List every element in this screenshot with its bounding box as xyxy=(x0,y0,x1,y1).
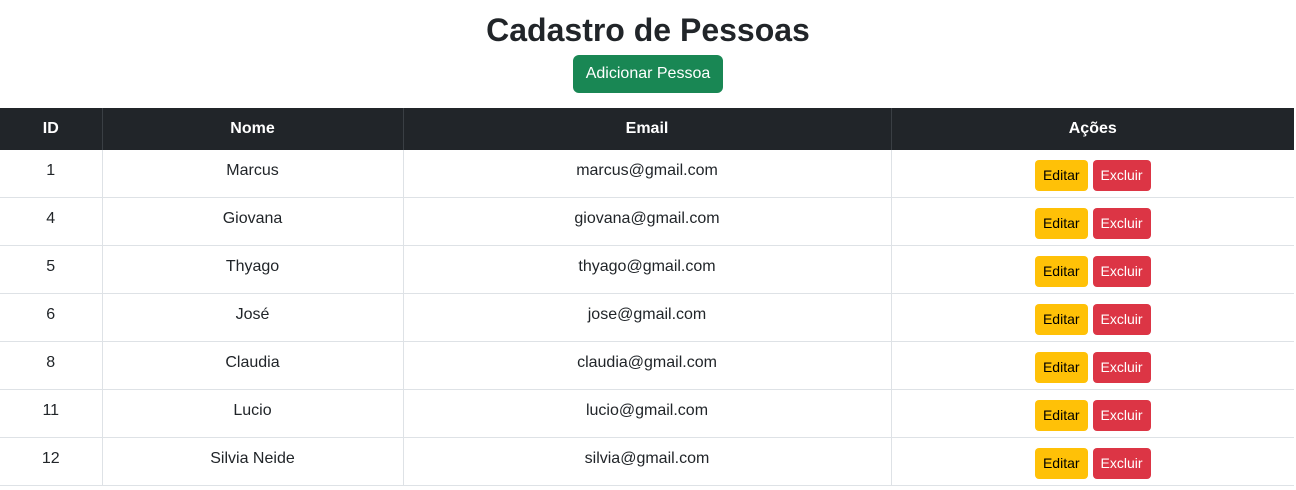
person-name: José xyxy=(235,305,270,323)
cell-name: Thyago xyxy=(102,245,404,294)
table-header: ID Nome Email Ações xyxy=(0,108,1294,150)
person-id: 1 xyxy=(46,161,56,179)
cell-actions: Editar Excluir xyxy=(891,293,1294,342)
table-body: 1 Marcus marcus@gmail.com Editar Excluir 4 Gio… xyxy=(0,150,1294,486)
person-id: 6 xyxy=(46,305,56,323)
person-id: 11 xyxy=(42,401,60,419)
delete-button[interactable]: Excluir xyxy=(1092,304,1151,335)
table-row: 4 Giovana giovana@gmail.com Editar Excluir xyxy=(0,197,1294,246)
column-header-actions: Ações xyxy=(891,108,1294,150)
person-email: jose@gmail.com xyxy=(587,305,707,323)
person-id: 5 xyxy=(46,257,56,275)
person-name: Giovana xyxy=(222,209,283,227)
column-header-id: ID xyxy=(0,108,103,150)
cell-email: marcus@gmail.com xyxy=(403,150,892,198)
edit-button[interactable]: Editar xyxy=(1034,400,1088,431)
cell-name: Claudia xyxy=(102,341,404,390)
table-header-row: ID Nome Email Ações xyxy=(0,108,1294,150)
add-person-button[interactable]: Adicionar Pessoa xyxy=(572,55,724,93)
cell-id: 4 xyxy=(0,197,103,246)
person-name: Lucio xyxy=(233,401,272,419)
person-email: thyago@gmail.com xyxy=(578,257,716,275)
delete-button[interactable]: Excluir xyxy=(1092,160,1151,191)
delete-button[interactable]: Excluir xyxy=(1092,400,1151,431)
table-row: 6 José jose@gmail.com Editar Excluir xyxy=(0,293,1294,342)
person-name: Marcus xyxy=(226,161,279,179)
row-actions: Editar Excluir xyxy=(1034,400,1151,431)
table-row: 8 Claudia claudia@gmail.com Editar Excluir xyxy=(0,341,1294,390)
cell-name: Silvia Neide xyxy=(102,437,404,486)
row-actions: Editar Excluir xyxy=(1034,208,1151,239)
cell-email: thyago@gmail.com xyxy=(403,245,892,294)
row-actions: Editar Excluir xyxy=(1034,448,1151,479)
row-actions: Editar Excluir xyxy=(1034,304,1151,335)
cell-id: 1 xyxy=(0,150,103,198)
table-row: 11 Lucio lucio@gmail.com Editar Excluir xyxy=(0,389,1294,438)
table-row: 12 Silvia Neide silvia@gmail.com Editar Excl… xyxy=(0,437,1294,486)
cell-email: giovana@gmail.com xyxy=(403,197,892,246)
person-email: silvia@gmail.com xyxy=(584,449,710,467)
cell-name: José xyxy=(102,293,404,342)
page: Cadastro de Pessoas Adicionar Pessoa ID … xyxy=(0,0,1296,490)
cell-name: Marcus xyxy=(102,150,404,198)
edit-button[interactable]: Editar xyxy=(1034,160,1088,191)
edit-button[interactable]: Editar xyxy=(1034,352,1088,383)
person-name: Thyago xyxy=(225,257,280,275)
person-email: giovana@gmail.com xyxy=(574,209,720,227)
delete-button[interactable]: Excluir xyxy=(1092,352,1151,383)
page-header: Cadastro de Pessoas Adicionar Pessoa xyxy=(0,0,1296,108)
delete-button[interactable]: Excluir xyxy=(1092,208,1151,239)
edit-button[interactable]: Editar xyxy=(1034,208,1088,239)
cell-actions: Editar Excluir xyxy=(891,389,1294,438)
person-id: 8 xyxy=(46,353,56,371)
people-table: ID Nome Email Ações 1 Marcus marcus@gmail.… xyxy=(0,108,1294,486)
cell-id: 8 xyxy=(0,341,103,390)
person-id: 4 xyxy=(46,209,56,227)
cell-actions: Editar Excluir xyxy=(891,150,1294,198)
delete-button[interactable]: Excluir xyxy=(1092,256,1151,287)
person-name: Claudia xyxy=(225,353,280,371)
cell-actions: Editar Excluir xyxy=(891,341,1294,390)
cell-actions: Editar Excluir xyxy=(891,437,1294,486)
table-row: 1 Marcus marcus@gmail.com Editar Excluir xyxy=(0,150,1294,198)
cell-actions: Editar Excluir xyxy=(891,197,1294,246)
column-header-email: Email xyxy=(403,108,892,150)
page-title: Cadastro de Pessoas xyxy=(486,12,810,48)
cell-actions: Editar Excluir xyxy=(891,245,1294,294)
edit-button[interactable]: Editar xyxy=(1034,304,1088,335)
person-name: Silvia Neide xyxy=(210,449,295,467)
delete-button[interactable]: Excluir xyxy=(1092,448,1151,479)
cell-name: Lucio xyxy=(102,389,404,438)
person-email: claudia@gmail.com xyxy=(577,353,717,371)
column-header-name: Nome xyxy=(102,108,404,150)
row-actions: Editar Excluir xyxy=(1034,160,1151,191)
cell-name: Giovana xyxy=(102,197,404,246)
cell-id: 5 xyxy=(0,245,103,294)
person-email: marcus@gmail.com xyxy=(576,161,718,179)
row-actions: Editar Excluir xyxy=(1034,256,1151,287)
table-row: 5 Thyago thyago@gmail.com Editar Excluir xyxy=(0,245,1294,294)
person-id: 12 xyxy=(41,449,60,467)
row-actions: Editar Excluir xyxy=(1034,352,1151,383)
person-email: lucio@gmail.com xyxy=(585,401,709,419)
cell-email: jose@gmail.com xyxy=(403,293,892,342)
edit-button[interactable]: Editar xyxy=(1034,448,1088,479)
cell-email: lucio@gmail.com xyxy=(403,389,892,438)
cell-id: 12 xyxy=(0,437,103,486)
cell-email: silvia@gmail.com xyxy=(403,437,892,486)
edit-button[interactable]: Editar xyxy=(1034,256,1088,287)
cell-email: claudia@gmail.com xyxy=(403,341,892,390)
cell-id: 11 xyxy=(0,389,103,438)
cell-id: 6 xyxy=(0,293,103,342)
